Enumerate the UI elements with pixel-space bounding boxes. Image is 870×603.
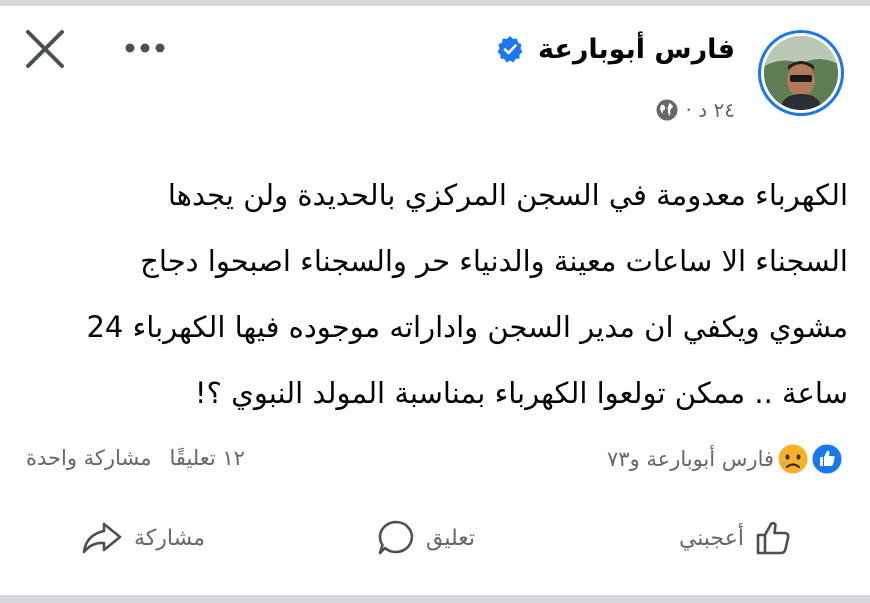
comment-label: تعليق	[426, 525, 476, 551]
like-label: أعجبني	[678, 525, 744, 551]
share-icon	[82, 522, 122, 554]
profile-avatar-button[interactable]	[758, 30, 844, 116]
sad-reaction-icon	[776, 442, 810, 476]
reactions-text: فارس أبوبارعة و٧٣	[607, 447, 774, 471]
share-button[interactable]: مشاركة	[80, 518, 205, 558]
reactions-summary[interactable]: فارس أبوبارعة و٧٣	[607, 442, 844, 476]
post-text-line: الكهرباء معدومة في السجن المركزي بالحديد…	[167, 178, 848, 212]
avatar-photo	[764, 36, 838, 110]
top-frame-strip	[0, 0, 870, 6]
post-time[interactable]: ٢٤ د ·	[686, 98, 735, 122]
post-text-line: مشوي ويكفي ان مدير السجن واداراته موجوده…	[86, 310, 848, 344]
post-meta: ٢٤ د ·	[656, 98, 735, 122]
post-text: الكهرباء معدومة في السجن المركزي بالحديد…	[22, 162, 848, 426]
thumb-up-icon	[756, 521, 790, 555]
reaction-icons	[776, 442, 844, 476]
like-button[interactable]: أعجبني	[679, 518, 794, 558]
avatar	[764, 36, 838, 110]
more-options-button[interactable]	[120, 33, 170, 63]
globe-icon	[656, 99, 678, 121]
close-icon	[26, 30, 64, 68]
engagement-counts: ١٢ تعليقًا مشاركة واحدة	[26, 446, 245, 470]
more-icon	[125, 43, 165, 53]
comment-icon	[378, 520, 414, 555]
share-label: مشاركة	[134, 525, 206, 551]
close-button[interactable]	[22, 26, 68, 72]
bottom-frame-strip	[0, 595, 870, 603]
author-name[interactable]: فارس أبوبارعة	[538, 34, 735, 65]
post-text-line: السجناء الا ساعات معينة والدنياء حر والس…	[140, 244, 848, 278]
post-text-line: ساعة .. ممكن تولعوا الكهرباء بمناسبة الم…	[194, 376, 848, 410]
comment-button[interactable]: تعليق	[376, 518, 475, 558]
verified-badge-icon	[497, 36, 523, 63]
comments-count[interactable]: ١٢ تعليقًا	[169, 446, 245, 470]
shares-count[interactable]: مشاركة واحدة	[26, 446, 151, 470]
like-reaction-icon	[810, 442, 844, 476]
